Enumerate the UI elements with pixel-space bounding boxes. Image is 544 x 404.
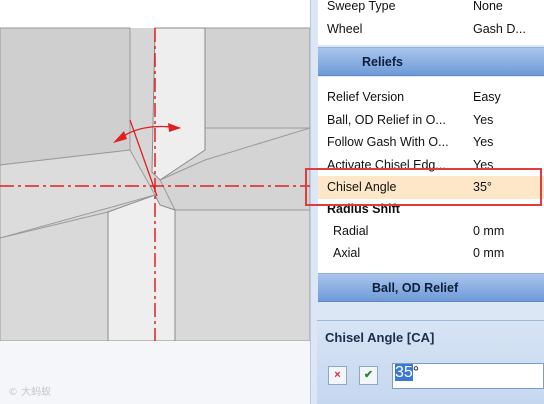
property-row-sweep-type[interactable]: Sweep Type None	[318, 0, 544, 18]
editor-title: Chisel Angle [CA]	[325, 330, 435, 345]
top-properties: Sweep Type None Wheel Gash D...	[318, 0, 544, 45]
value-editor: Chisel Angle [CA] × ✔ 35°	[317, 320, 544, 404]
property-name: Ball, OD Relief in O...	[327, 112, 446, 127]
face-right-upper	[204, 27, 310, 129]
property-row-wheel[interactable]: Wheel Gash D...	[318, 18, 544, 41]
property-name: Follow Gash With O...	[327, 135, 449, 149]
property-row-axial[interactable]: Axial 0 mm	[318, 242, 544, 265]
section-header-ball-od-relief[interactable]: Ball, OD Relief	[318, 273, 544, 302]
face-left-upper	[0, 27, 131, 166]
chisel-angle-input[interactable]: 35°	[392, 363, 544, 389]
property-row-follow-gash[interactable]: Follow Gash With O... Yes	[318, 131, 544, 154]
property-value[interactable]: Yes	[473, 131, 544, 154]
property-value[interactable]: Gash D...	[473, 18, 544, 41]
property-row-relief-version[interactable]: Relief Version Easy	[318, 86, 544, 109]
input-value: 35	[395, 364, 413, 381]
property-name: Sweep Type	[327, 0, 396, 13]
close-icon: ×	[334, 369, 341, 381]
input-unit: °	[412, 364, 420, 381]
check-icon: ✔	[363, 369, 374, 381]
section-header-reliefs[interactable]: Reliefs	[318, 47, 544, 76]
section-title: Ball, OD Relief	[372, 281, 459, 295]
property-row-ball-od-relief[interactable]: Ball, OD Relief in O... Yes	[318, 109, 544, 132]
section-title: Reliefs	[362, 55, 403, 69]
cancel-button[interactable]: ×	[328, 366, 347, 385]
property-name: Axial	[333, 246, 361, 260]
property-name: Relief Version	[327, 90, 405, 104]
confirm-button[interactable]: ✔	[359, 366, 378, 385]
property-value[interactable]: 0 mm	[473, 242, 544, 265]
property-value[interactable]: None	[473, 0, 544, 18]
property-row-radial[interactable]: Radial 0 mm	[318, 220, 544, 243]
property-name: Wheel	[327, 21, 363, 36]
highlight-annotation	[305, 168, 542, 206]
property-value[interactable]: Easy	[473, 86, 544, 109]
watermark: © 大蚂蚁	[8, 387, 52, 398]
property-value[interactable]: Yes	[473, 109, 544, 132]
face-right-lower	[174, 209, 310, 342]
tool-geometry-drawing	[0, 27, 310, 404]
property-value[interactable]: 0 mm	[473, 220, 544, 243]
cad-viewport[interactable]: © 大蚂蚁	[0, 0, 310, 404]
property-name: Radial	[333, 223, 369, 238]
chisel-strip-lower	[107, 194, 176, 342]
